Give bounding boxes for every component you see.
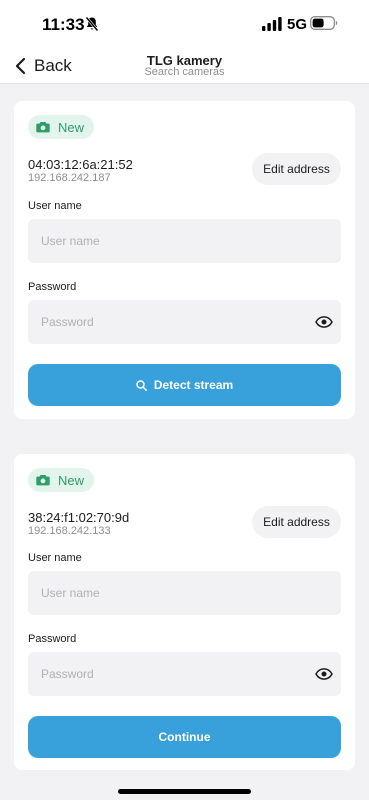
camera-card: New 38:24:f1:02:70:9d 192.168.242.133 Ed… — [14, 454, 355, 770]
eye-icon[interactable] — [315, 316, 333, 328]
search-icon — [136, 379, 147, 391]
password-input[interactable] — [28, 652, 341, 696]
camera-mac-address: 38:24:f1:02:70:9d — [28, 510, 130, 525]
camera-card: New 04:03:12:6a:21:52 192.168.242.187 Ed… — [14, 101, 355, 419]
edit-address-button[interactable]: Edit address — [252, 153, 341, 185]
camera-ip-address: 192.168.242.187 — [28, 172, 111, 184]
username-input[interactable] — [28, 219, 341, 263]
eye-icon[interactable] — [315, 668, 333, 680]
home-indicator[interactable] — [118, 789, 251, 794]
detect-stream-button[interactable]: Detect stream — [28, 364, 341, 406]
camera-mac-address: 04:03:12:6a:21:52 — [28, 157, 133, 172]
badge-label: New — [58, 472, 85, 488]
status-badge: New — [28, 115, 95, 139]
network-type: 5G — [287, 16, 308, 33]
username-label: User name — [28, 200, 82, 212]
page-subtitle: Search cameras — [144, 66, 225, 78]
camera-icon — [36, 122, 50, 133]
battery-icon — [310, 16, 338, 30]
camera-icon — [36, 475, 50, 486]
navigation-bar: Back TLG kamery Search cameras — [0, 48, 369, 84]
detect-stream-label: Detect stream — [153, 378, 234, 392]
bell-muted-icon — [85, 16, 99, 32]
password-input[interactable] — [28, 300, 341, 344]
username-input[interactable] — [28, 571, 341, 615]
username-label: User name — [28, 552, 82, 564]
continue-button[interactable]: Continue — [28, 716, 341, 758]
status-badge: New — [28, 468, 95, 492]
badge-label: New — [58, 119, 85, 135]
edit-address-button[interactable]: Edit address — [252, 506, 341, 538]
status-bar: 11:33 5G — [0, 0, 369, 48]
continue-label: Continue — [158, 730, 211, 744]
password-label: Password — [28, 633, 77, 645]
status-time: 11:33 — [42, 15, 85, 34]
password-label: Password — [28, 281, 77, 293]
cellular-signal-icon — [262, 17, 282, 31]
camera-ip-address: 192.168.242.133 — [28, 525, 111, 537]
